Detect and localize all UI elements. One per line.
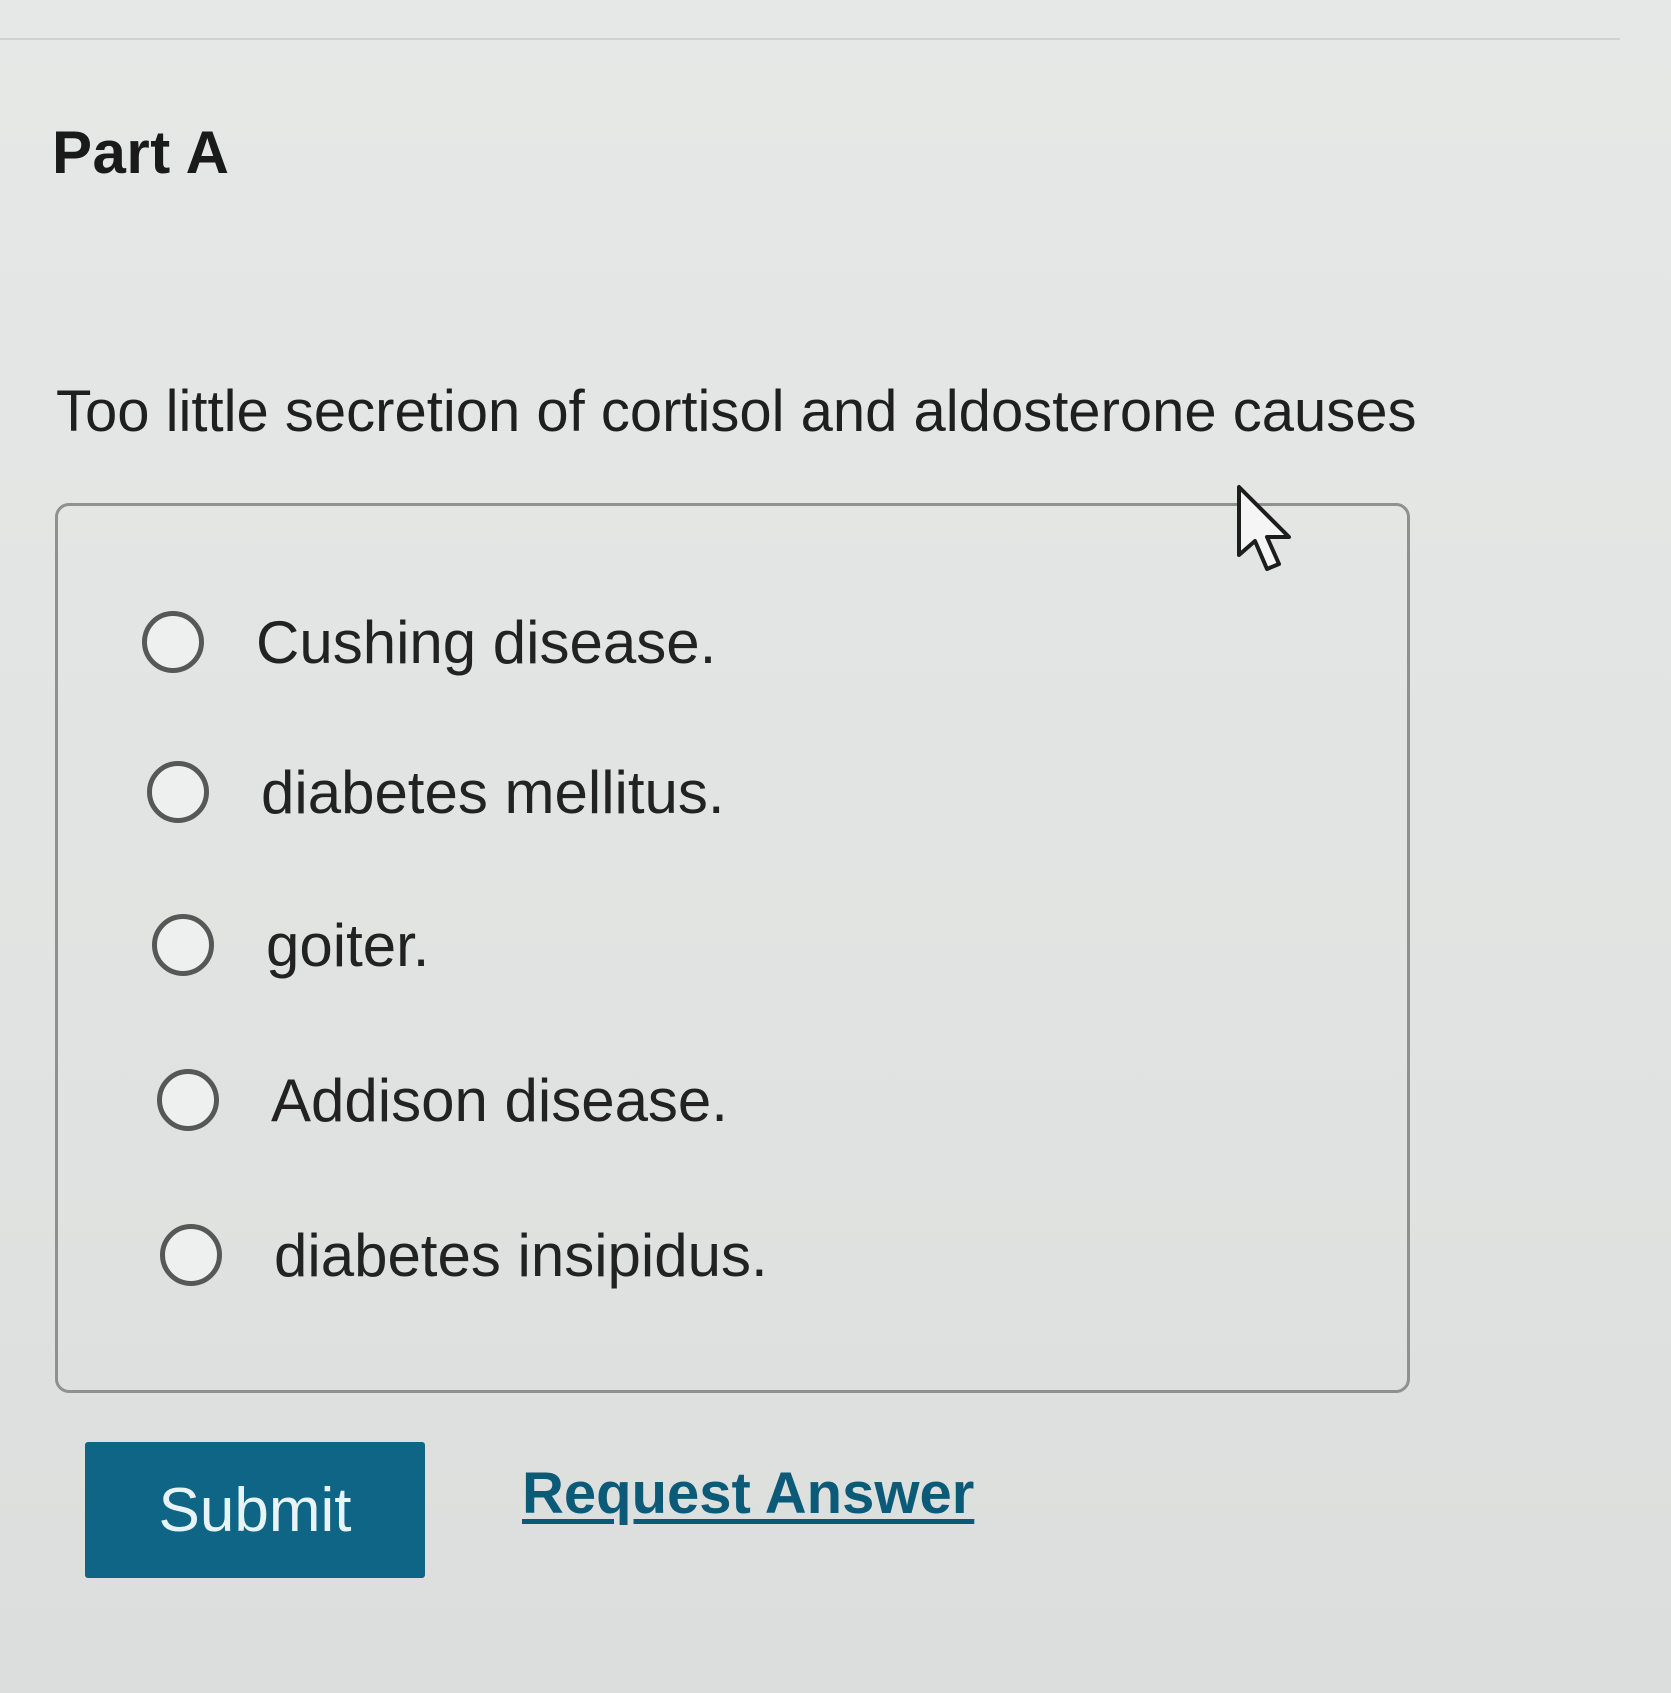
- part-title: Part A: [52, 119, 230, 186]
- request-answer-link[interactable]: Request Answer: [522, 1460, 974, 1527]
- radio-button[interactable]: [152, 914, 214, 976]
- option-label: Addison disease.: [271, 1066, 728, 1134]
- radio-button[interactable]: [157, 1069, 219, 1131]
- answer-option-cushing[interactable]: Cushing disease.: [142, 602, 716, 682]
- answer-option-goiter[interactable]: goiter.: [152, 905, 429, 985]
- answer-option-addison[interactable]: Addison disease.: [157, 1060, 728, 1140]
- option-label: goiter.: [266, 911, 430, 979]
- top-divider: [0, 38, 1620, 40]
- submit-button[interactable]: Submit: [85, 1442, 425, 1578]
- radio-button[interactable]: [160, 1224, 222, 1286]
- radio-button[interactable]: [147, 761, 209, 823]
- question-text: Too little secretion of cortisol and ald…: [56, 379, 1417, 444]
- mouse-pointer-icon: [1237, 485, 1291, 571]
- option-label: diabetes insipidus.: [274, 1221, 768, 1289]
- answer-option-diabetes-mellitus[interactable]: diabetes mellitus.: [147, 752, 725, 832]
- question-page: Part A Too little secretion of cortisol …: [0, 0, 1671, 1693]
- answer-option-diabetes-insipidus[interactable]: diabetes insipidus.: [160, 1215, 768, 1295]
- radio-button[interactable]: [142, 611, 204, 673]
- option-label: Cushing disease.: [256, 608, 717, 676]
- option-label: diabetes mellitus.: [261, 758, 725, 826]
